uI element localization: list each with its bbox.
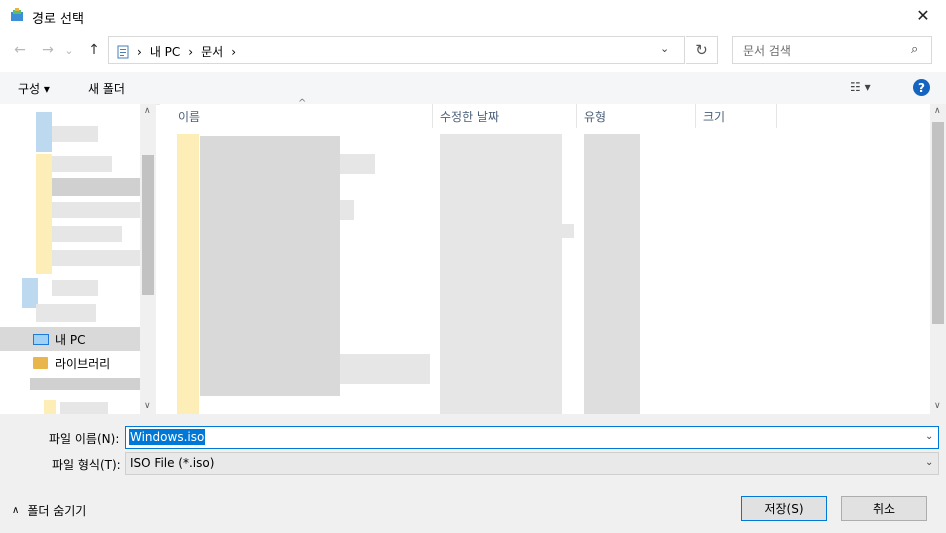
blurred-content: [60, 402, 108, 414]
sort-arrow-icon: ^: [298, 98, 307, 109]
view-list-icon: ☷ ▾: [850, 80, 871, 94]
library-icon: [33, 357, 48, 369]
filename-value[interactable]: Windows.iso: [129, 429, 206, 445]
close-icon: ✕: [916, 6, 930, 25]
nav-item-libraries[interactable]: 라이브러리: [0, 351, 140, 375]
hide-folders-label: 폴더 숨기기: [27, 504, 87, 518]
document-icon: [117, 45, 129, 58]
nav-scrollbar-thumb[interactable]: [142, 155, 154, 295]
blurred-file-names: [340, 200, 354, 220]
recent-locations-button[interactable]: ⌄: [62, 40, 76, 60]
blurred-content: [44, 400, 56, 414]
blurred-content: [36, 112, 52, 152]
nav-item-label: 라이브러리: [55, 356, 111, 371]
nav-item-this-pc[interactable]: 내 PC: [0, 327, 140, 351]
refresh-icon: ↻: [695, 41, 708, 59]
back-arrow-icon: ←: [14, 42, 26, 58]
help-icon: ?: [918, 80, 925, 95]
column-divider[interactable]: [776, 104, 777, 128]
help-button[interactable]: ?: [913, 79, 930, 96]
breadcrumb-item-documents[interactable]: 문서: [201, 43, 223, 60]
blurred-file-names: [340, 354, 430, 384]
back-button[interactable]: ←: [10, 40, 30, 60]
address-bar[interactable]: › 내 PC › 문서 ›: [108, 36, 685, 64]
blurred-dates: [562, 224, 574, 238]
blurred-content: [36, 304, 96, 322]
chevron-down-icon[interactable]: ⌄: [925, 431, 933, 442]
blurred-file-names: [340, 154, 375, 174]
search-input[interactable]: [741, 42, 905, 60]
scroll-down-icon[interactable]: ∨: [934, 401, 941, 411]
column-divider[interactable]: [432, 104, 433, 128]
search-icon[interactable]: ⌕: [911, 42, 918, 57]
filetype-select[interactable]: ISO File (*.iso) ⌄: [125, 452, 939, 475]
forward-arrow-icon: →: [42, 42, 54, 58]
blurred-file-names: [200, 136, 340, 396]
address-dropdown-button[interactable]: ⌄: [660, 42, 669, 55]
hide-folders-button[interactable]: ∧ 폴더 숨기기: [12, 502, 86, 519]
blurred-content: [52, 250, 140, 266]
breadcrumb-item-pc[interactable]: 내 PC: [150, 43, 180, 60]
breadcrumb: › 내 PC › 문서 ›: [117, 43, 236, 60]
chevron-down-icon: ⌄: [64, 43, 74, 57]
blurred-dates: [440, 134, 562, 414]
filename-input[interactable]: Windows.iso ⌄: [125, 426, 939, 449]
file-list: [160, 104, 930, 414]
search-box: ⌕: [732, 36, 932, 64]
blurred-content: [30, 378, 140, 390]
blurred-types: [584, 134, 640, 414]
app-icon: [11, 8, 23, 21]
organize-button[interactable]: 구성 ▾: [18, 80, 50, 97]
chevron-down-icon: ⌄: [660, 42, 670, 55]
chevron-down-icon: ⌄: [925, 457, 934, 468]
column-header-size[interactable]: 크기: [703, 104, 725, 128]
blurred-content: [52, 280, 98, 296]
file-list-scrollbar-thumb[interactable]: [932, 122, 944, 324]
window-title: 경로 선택: [32, 12, 84, 27]
breadcrumb-separator: ›: [137, 44, 142, 59]
scroll-up-icon[interactable]: ∧: [934, 106, 941, 116]
breadcrumb-separator: ›: [231, 44, 237, 59]
column-header-name[interactable]: 이름: [178, 104, 200, 128]
save-button[interactable]: 저장(S): [741, 496, 827, 521]
scroll-down-icon[interactable]: ∨: [144, 401, 151, 411]
filetype-label: 파일 형식(T):: [52, 458, 121, 472]
new-folder-button[interactable]: 새 폴더: [88, 80, 125, 97]
close-button[interactable]: ✕: [900, 0, 946, 31]
up-arrow-icon: ↑: [88, 42, 100, 58]
column-divider[interactable]: [695, 104, 696, 128]
column-divider[interactable]: [576, 104, 577, 128]
cancel-button[interactable]: 취소: [841, 496, 927, 521]
toolbar: 구성 ▾ 새 폴더 ☷ ▾ ?: [0, 72, 946, 105]
chevron-up-icon: ∧: [12, 505, 20, 516]
blurred-content: [52, 156, 112, 172]
blurred-content: [52, 226, 122, 242]
breadcrumb-separator: ›: [188, 44, 194, 59]
view-options-button[interactable]: ☷ ▾: [850, 80, 871, 94]
scroll-up-icon[interactable]: ∧: [144, 106, 151, 116]
blurred-folder-icons: [177, 134, 199, 414]
forward-button[interactable]: →: [38, 40, 58, 60]
nav-item-label: 내 PC: [55, 332, 86, 347]
refresh-button[interactable]: ↻: [686, 36, 718, 64]
title-bar: [0, 0, 946, 31]
blurred-content: [52, 202, 140, 218]
filetype-value: ISO File (*.iso): [130, 456, 215, 470]
blurred-content: [52, 126, 98, 142]
column-header-date[interactable]: 수정한 날짜: [440, 104, 499, 128]
up-button[interactable]: ↑: [84, 40, 104, 60]
computer-icon: [33, 333, 49, 345]
blurred-content: [52, 178, 140, 196]
column-header-type[interactable]: 유형: [584, 104, 606, 128]
filename-label: 파일 이름(N):: [49, 432, 120, 446]
blurred-content: [36, 154, 52, 274]
